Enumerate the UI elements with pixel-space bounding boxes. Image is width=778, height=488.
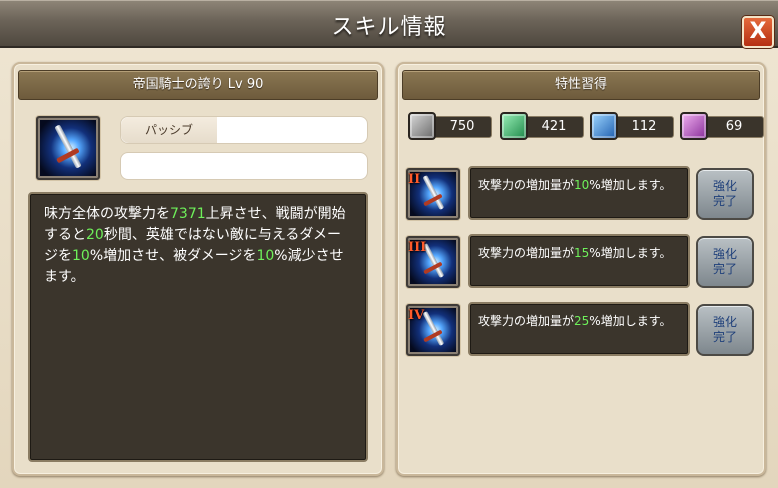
blue-gem-icon <box>590 112 618 140</box>
title-bar: スキル情報 <box>0 0 778 48</box>
close-button[interactable]: X <box>742 16 774 48</box>
trait-level: III <box>408 240 427 255</box>
trait-row: IV 攻撃力の増加量が25%増加します。 強化 完了 <box>406 302 758 358</box>
enhance-button-label: 強化 完了 <box>712 247 737 276</box>
trait-description: 攻撃力の増加量が25%増加します。 <box>468 302 690 356</box>
trait-value: 15 <box>574 246 590 260</box>
trait-sword-icon: IV <box>406 304 460 356</box>
trait-level: II <box>408 172 421 187</box>
gray-gem-icon <box>408 112 436 140</box>
window-title: スキル情報 <box>331 15 447 40</box>
trait-description: 攻撃力の増加量が15%増加します。 <box>468 234 690 288</box>
skill-type-label: パッシブ <box>121 117 217 143</box>
trait-description: 攻撃力の増加量が10%増加します。 <box>468 166 690 220</box>
resource-bar: 750 421 112 69 <box>408 112 764 140</box>
trait-panel: 特性習得 750 421 112 69 II 攻撃力の増加量が10%増加します。… <box>396 62 766 476</box>
description-value: 10 <box>72 248 90 264</box>
green-gem-icon <box>500 112 528 140</box>
skill-detail-panel: 帝国騎士の誇り Lv 90 パッシブ 味方全体の攻撃力を7371上昇させ、戦闘が… <box>12 62 384 476</box>
trait-text: %増加します。 <box>589 314 672 328</box>
skill-name-header: 帝国騎士の誇り Lv 90 <box>18 70 378 100</box>
description-value: 20 <box>86 227 104 243</box>
trait-text: 攻撃力の増加量が <box>478 314 575 328</box>
skill-subinfo-field <box>120 152 368 180</box>
description-text: 味方全体の攻撃力を <box>44 206 170 222</box>
enhance-button-label: 強化 完了 <box>712 179 737 208</box>
skill-sword-icon <box>36 116 100 180</box>
trait-level: IV <box>408 308 425 323</box>
skill-type-field: パッシブ <box>120 116 368 144</box>
trait-value: 10 <box>574 178 590 192</box>
description-text: %増加させ、被ダメージを <box>89 248 257 264</box>
trait-value: 25 <box>574 314 590 328</box>
purple-gem-icon <box>680 112 708 140</box>
enhance-complete-button[interactable]: 強化 完了 <box>696 304 754 356</box>
description-value: 10 <box>256 248 275 264</box>
trait-header: 特性習得 <box>402 70 760 100</box>
trait-sword-icon: III <box>406 236 460 288</box>
trait-text: %増加します。 <box>589 246 672 260</box>
trait-text: 攻撃力の増加量が <box>478 178 575 192</box>
trait-sword-icon: II <box>406 168 460 220</box>
skill-description: 味方全体の攻撃力を7371上昇させ、戦闘が開始すると20秒間、英雄ではない敵に与… <box>28 192 368 462</box>
enhance-complete-button[interactable]: 強化 完了 <box>696 168 754 220</box>
trait-row: III 攻撃力の増加量が15%増加します。 強化 完了 <box>406 234 758 290</box>
skill-info-window: スキル情報 X 帝国騎士の誇り Lv 90 パッシブ 味方全体の攻撃力を7371… <box>0 0 778 488</box>
enhance-complete-button[interactable]: 強化 完了 <box>696 236 754 288</box>
enhance-button-label: 強化 完了 <box>712 315 737 344</box>
trait-text: %増加します。 <box>589 178 672 192</box>
trait-row: II 攻撃力の増加量が10%増加します。 強化 完了 <box>406 166 758 222</box>
trait-text: 攻撃力の増加量が <box>478 246 575 260</box>
description-value: 7371 <box>170 206 206 222</box>
